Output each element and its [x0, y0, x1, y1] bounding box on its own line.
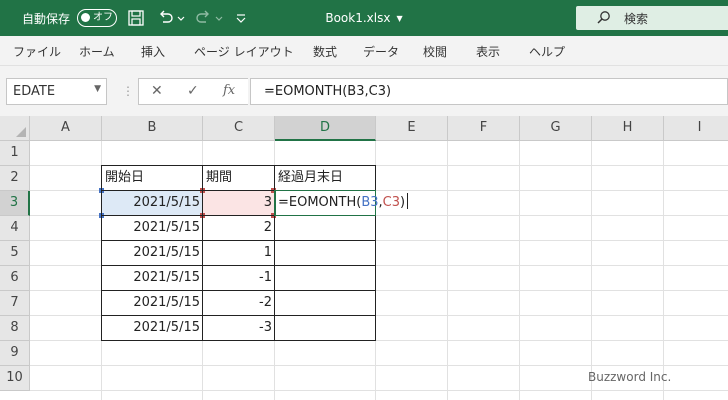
tab-data[interactable]: データ: [363, 43, 399, 60]
formula-bar-area: EDATE ▼ ⋮ ✕ ✓ fx =EOMONTH(B3,C3): [0, 66, 728, 116]
search-label: 検索: [624, 12, 649, 26]
formula-text: =EOMONTH(B3,C3): [264, 84, 392, 99]
formula-input[interactable]: =EOMONTH(B3,C3): [250, 78, 728, 105]
column-header-i[interactable]: I: [664, 116, 728, 141]
tab-page-layout[interactable]: ページ レイアウト: [194, 43, 294, 60]
cell-c6[interactable]: -1: [203, 266, 274, 291]
select-all-button[interactable]: [0, 116, 30, 141]
cell-c5[interactable]: 1: [203, 241, 274, 266]
gridline: [591, 141, 592, 400]
cell-c2-header[interactable]: 期間: [203, 166, 274, 191]
tab-insert[interactable]: 挿入: [141, 43, 165, 60]
formula-prefix: =EOMONTH(: [278, 195, 362, 210]
cell-b5[interactable]: 2021/5/15: [102, 241, 202, 266]
row-header-1[interactable]: 1: [0, 141, 30, 166]
row-header-3[interactable]: 3: [0, 191, 30, 216]
row-header-4[interactable]: 4: [0, 216, 30, 241]
column-header-e[interactable]: E: [376, 116, 448, 141]
column-header-f[interactable]: F: [448, 116, 520, 141]
column-header-c[interactable]: C: [203, 116, 275, 141]
name-box-dropdown-icon[interactable]: ▼: [94, 84, 101, 94]
name-box[interactable]: EDATE ▼: [6, 78, 107, 105]
toggle-knob: [81, 13, 90, 22]
formula-buttons: ✕ ✓ fx: [138, 78, 248, 105]
redo-icon[interactable]: [194, 8, 214, 28]
title-bar: 自動保存 オフ Book1.xlsx ▼ 検索: [0, 0, 728, 36]
ribbon-tabs: ファイル ホーム 挿入 ページ レイアウト 数式 データ 校閲 表示 ヘルプ: [0, 36, 728, 66]
tab-help[interactable]: ヘルプ: [529, 43, 565, 60]
column-header-a[interactable]: A: [30, 116, 102, 141]
customize-toolbar-icon[interactable]: [234, 8, 248, 28]
tab-home[interactable]: ホーム: [79, 43, 115, 60]
cell-b4[interactable]: 2021/5/15: [102, 216, 202, 241]
cell-b7[interactable]: 2021/5/15: [102, 291, 202, 316]
gridline: [30, 365, 728, 366]
gridline: [663, 141, 664, 400]
row-header-10[interactable]: 10: [0, 366, 30, 391]
cell-b8[interactable]: 2021/5/15: [102, 316, 202, 341]
text-caret: [407, 193, 409, 209]
cell-d3-edit-text[interactable]: =EOMONTH(B3,C3): [278, 191, 409, 216]
column-header-d[interactable]: D: [275, 116, 376, 141]
autosave-label: 自動保存: [22, 11, 71, 26]
tab-review[interactable]: 校閲: [423, 43, 447, 60]
gridline: [519, 141, 520, 400]
autosave-toggle[interactable]: オフ: [77, 9, 117, 27]
formula-ref-b3: B3: [361, 195, 379, 210]
row-header-8[interactable]: 8: [0, 316, 30, 341]
row-header-6[interactable]: 6: [0, 266, 30, 291]
cell-b3[interactable]: 2021/5/15: [102, 191, 202, 216]
undo-dropdown-icon[interactable]: [176, 8, 186, 28]
undo-icon[interactable]: [155, 8, 175, 28]
tab-formulas[interactable]: 数式: [313, 43, 337, 60]
column-header-b[interactable]: B: [102, 116, 203, 141]
name-box-value: EDATE: [13, 84, 56, 99]
cell-b6[interactable]: 2021/5/15: [102, 266, 202, 291]
gridline: [447, 141, 448, 400]
redo-dropdown-icon[interactable]: [214, 8, 224, 28]
cancel-icon[interactable]: ✕: [151, 83, 163, 99]
row-header-7[interactable]: 7: [0, 291, 30, 316]
column-header-g[interactable]: G: [520, 116, 592, 141]
search-box[interactable]: 検索: [576, 6, 728, 30]
document-title-text[interactable]: Book1.xlsx: [325, 11, 390, 25]
row-header-2[interactable]: 2: [0, 166, 30, 191]
row-header-9[interactable]: 9: [0, 341, 30, 366]
insert-function-icon[interactable]: fx: [223, 83, 235, 98]
watermark: Buzzword Inc.: [588, 370, 672, 384]
column-header-h[interactable]: H: [592, 116, 664, 141]
formula-suffix: ): [400, 195, 406, 210]
cell-c3[interactable]: 3: [203, 191, 274, 216]
worksheet-grid[interactable]: A B C D E F G H I 1 2 3 4 5 6 7 8 9 10 開: [0, 116, 728, 400]
row-header-5[interactable]: 5: [0, 241, 30, 266]
autosave-state: オフ: [93, 12, 113, 23]
formula-ref-c3: C3: [382, 195, 401, 210]
cell-c7[interactable]: -2: [203, 291, 274, 316]
cell-c8[interactable]: -3: [203, 316, 274, 341]
tab-view[interactable]: 表示: [476, 43, 500, 60]
chevron-down-icon[interactable]: ▼: [396, 14, 402, 23]
cell-c4[interactable]: 2: [203, 216, 274, 241]
tab-file[interactable]: ファイル: [13, 43, 61, 60]
search-icon: [597, 11, 610, 24]
formula-bar-grip-icon[interactable]: ⋮: [122, 84, 134, 98]
cell-d2-header[interactable]: 経過月末日: [275, 166, 375, 191]
enter-icon[interactable]: ✓: [187, 83, 199, 99]
cell-b2-header[interactable]: 開始日: [102, 166, 202, 191]
save-icon[interactable]: [126, 8, 146, 28]
gridline: [30, 390, 728, 391]
